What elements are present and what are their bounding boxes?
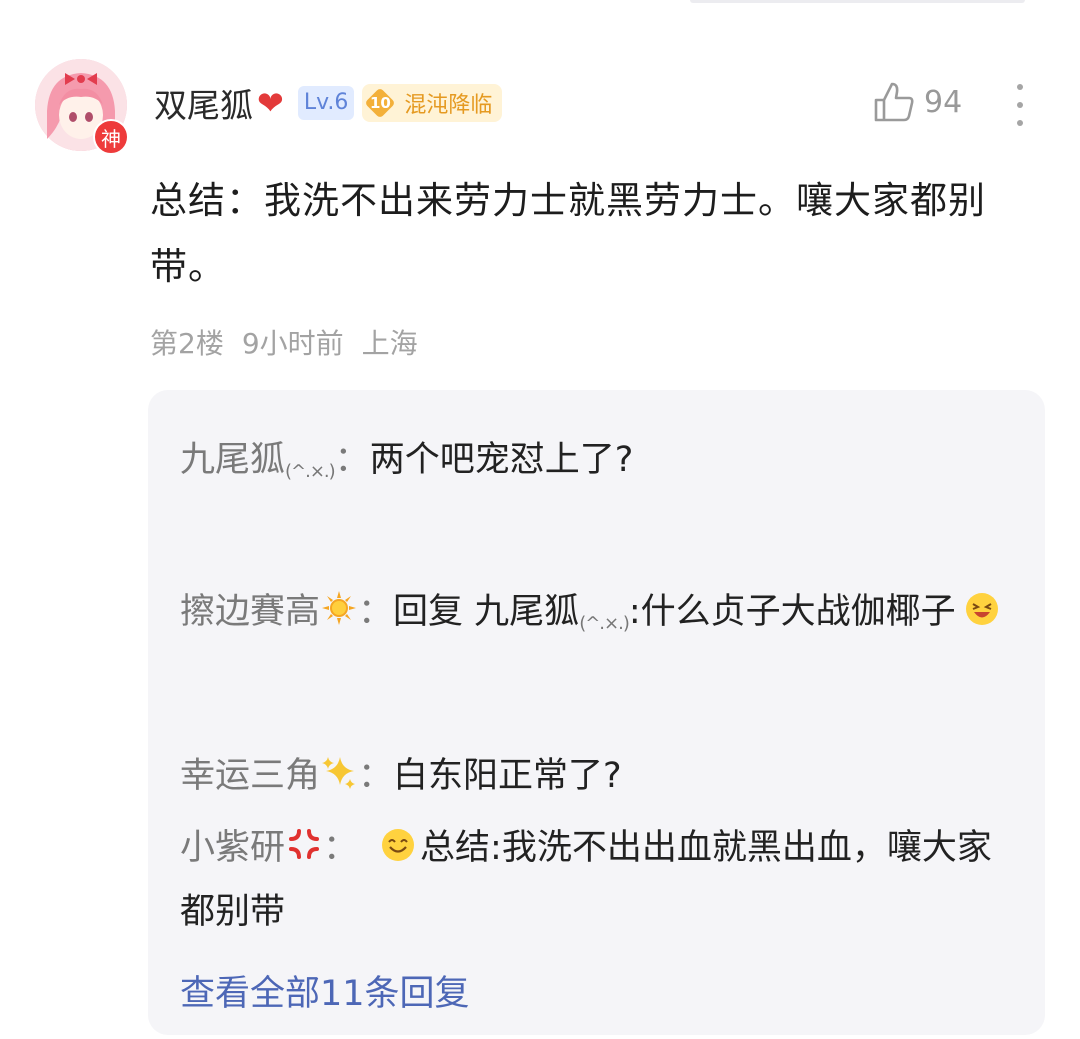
- reply-target[interactable]: 九尾狐(^.×.): [474, 592, 630, 634]
- floor-number: 第2楼: [150, 327, 224, 360]
- title-badge[interactable]: 10 混沌降临: [362, 84, 503, 122]
- more-vertical-icon[interactable]: [1010, 84, 1030, 126]
- avatar-rank-badge: 神: [93, 119, 129, 155]
- smile-emoji: [382, 829, 415, 861]
- reply-item[interactable]: 擦边賽高 ：回复 九尾狐(^.×.):什么贞子大战伽椰子: [180, 556, 1020, 680]
- comment-body: 总结：我洗不出来劳力士就黑劳力士。嚷大家都别带。: [150, 179, 986, 288]
- like-button[interactable]: 94: [872, 80, 962, 124]
- title-badge-text: 混沌降临: [404, 93, 493, 118]
- view-all-replies-link[interactable]: 查看全部11条回复: [180, 965, 470, 1016]
- post-time: 9小时前: [241, 327, 344, 360]
- target-kaomoji: (^.×.): [579, 613, 630, 634]
- reply-author[interactable]: 小紫研：: [180, 828, 358, 868]
- reply-prefix: 回复: [393, 592, 475, 632]
- previous-item-edge: [690, 0, 1025, 3]
- reply-content: 两个吧宠怼上了?: [369, 440, 634, 480]
- reply-content: :什么贞子大战伽椰子: [628, 592, 956, 632]
- reply-item[interactable]: 九尾狐(^.×.)：两个吧宠怼上了?: [180, 428, 1020, 504]
- location: 上海: [361, 327, 418, 360]
- laughing-emoji: [965, 593, 998, 625]
- comment-meta: 第2楼 9小时前 上海: [150, 322, 418, 362]
- reply-content: 白东阳正常了?: [393, 756, 622, 796]
- reply-author[interactable]: 幸运三角：: [180, 756, 393, 796]
- anger-emoji: [289, 829, 320, 859]
- thumb-up-icon: [874, 82, 914, 122]
- heart-icon: ❤: [257, 84, 284, 122]
- sun-emoji: [322, 591, 357, 625]
- comment-header: 双尾狐 ❤ Lv.6 10 混沌降临: [154, 79, 503, 127]
- sparkles-emoji: [322, 757, 356, 789]
- reply-item[interactable]: 幸运三角 ：白东阳正常了?: [180, 744, 1020, 808]
- reply-author[interactable]: 擦边賽高：: [180, 591, 393, 632]
- like-count: 94: [924, 84, 963, 120]
- reply-author[interactable]: 九尾狐(^.×.)：: [180, 440, 370, 482]
- level-badge: Lv.6: [297, 86, 355, 120]
- title-level-icon: 10: [364, 87, 396, 119]
- replies-panel: 九尾狐(^.×.)：两个吧宠怼上了? 擦边賽高 ：回复 九尾狐(^.×.):什么贞…: [148, 390, 1045, 1035]
- reply-item[interactable]: 小紫研：总结:我洗不出出血就黑出血，嚷大家都别带: [180, 816, 1020, 944]
- username[interactable]: 双尾狐: [154, 79, 253, 127]
- author-kaomoji: (^.×.): [285, 461, 336, 482]
